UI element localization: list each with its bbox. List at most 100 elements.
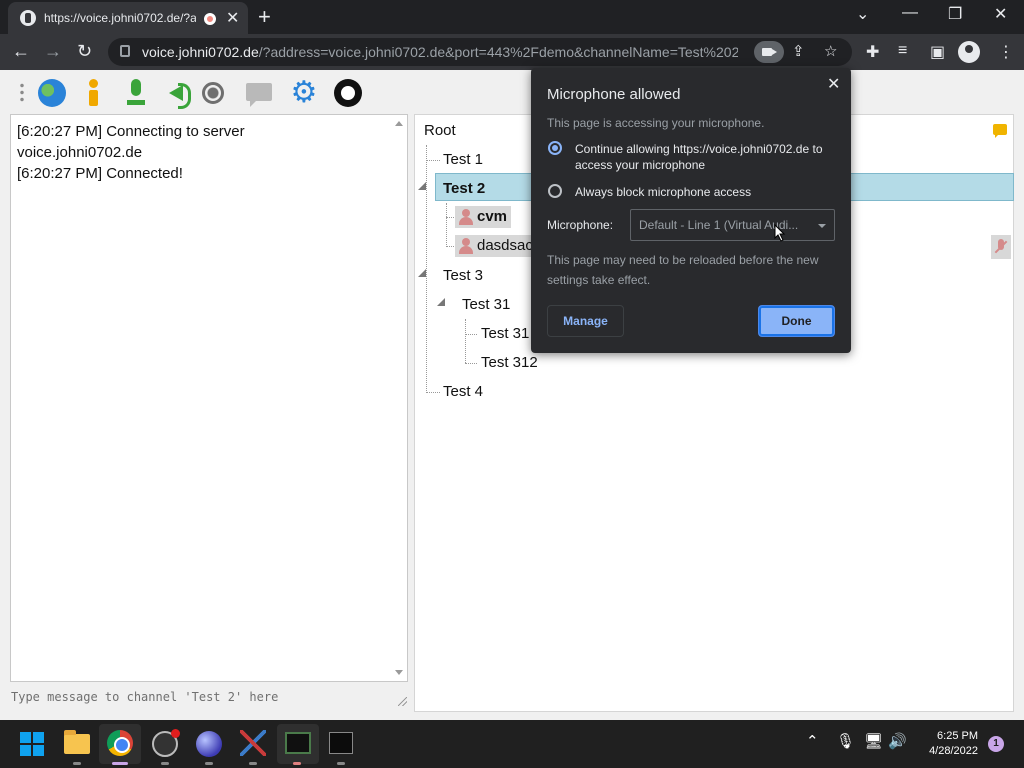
- tree-guide: [465, 363, 477, 364]
- share-icon[interactable]: ⇪: [792, 42, 805, 60]
- expand-collapse-icon[interactable]: [437, 298, 445, 306]
- extensions-icon[interactable]: ✚: [866, 42, 879, 62]
- resize-handle-icon[interactable]: [398, 697, 407, 706]
- bookmark-star-icon[interactable]: ☆: [824, 42, 837, 60]
- comment-icon[interactable]: [246, 83, 272, 107]
- reload-note: This page may need to be reloaded before…: [547, 253, 819, 287]
- volume-icon[interactable]: 🔊: [888, 732, 907, 750]
- tree-guide: [426, 160, 440, 161]
- connect-globe-icon[interactable]: [38, 79, 66, 107]
- channel-test-2[interactable]: Test 2: [443, 176, 485, 202]
- new-tab-button[interactable]: +: [258, 4, 271, 30]
- network-icon[interactable]: 🖥: [864, 732, 883, 750]
- popup-close-icon[interactable]: ✕: [827, 74, 840, 94]
- browser-toolbar: ← → ↻ voice.johni0702.de/?address=voice.…: [0, 34, 1024, 70]
- manage-button[interactable]: Manage: [547, 305, 624, 337]
- allow-option-label[interactable]: Continue allowing https://voice.johni070…: [575, 141, 835, 173]
- app-tools-icon[interactable]: [240, 730, 266, 756]
- address-bar[interactable]: voice.johni0702.de/?address=voice.johni0…: [108, 38, 852, 66]
- minimize-button[interactable]: —: [902, 4, 918, 22]
- muted-microphone-icon: [991, 235, 1011, 259]
- log-scrollbar[interactable]: [391, 115, 407, 681]
- file-explorer-icon[interactable]: [64, 730, 90, 754]
- clock[interactable]: 6:25 PM 4/28/2022: [916, 729, 978, 759]
- speaker-icon[interactable]: [162, 79, 191, 109]
- restore-button[interactable]: ❐: [948, 4, 962, 24]
- browser-tab[interactable]: https://voice.johni0702.de/?a ✕: [8, 2, 248, 34]
- profile-avatar[interactable]: [958, 41, 980, 63]
- block-option-label[interactable]: Always block microphone access: [575, 184, 835, 200]
- chevron-down-icon: [818, 224, 826, 228]
- settings-gear-icon[interactable]: ⚙: [290, 78, 318, 108]
- tab-strip: https://voice.johni0702.de/?a ✕ + ⌄ — ❐ …: [0, 0, 1024, 34]
- windows-start-icon[interactable]: [20, 732, 44, 756]
- tree-guide: [465, 334, 477, 335]
- microphone-select[interactable]: Default - Line 1 (Virtual Audi...: [630, 209, 835, 241]
- channel-test-3[interactable]: Test 3: [443, 263, 483, 289]
- microphone-icon[interactable]: [122, 79, 150, 107]
- close-window-button[interactable]: ✕: [994, 4, 1007, 24]
- side-panel-icon[interactable]: ▣: [930, 42, 945, 62]
- tray-microphone-icon[interactable]: 🎙: [836, 732, 855, 750]
- popup-title: Microphone allowed: [547, 86, 681, 103]
- tree-root[interactable]: Root: [424, 118, 456, 144]
- done-button[interactable]: Done: [758, 305, 835, 337]
- running-indicator: [337, 762, 345, 765]
- media-controls-icon[interactable]: ≡: [898, 42, 907, 60]
- toolbar-grip-icon: [20, 82, 24, 104]
- comment-note-icon[interactable]: [993, 124, 1007, 138]
- tree-guide: [446, 203, 447, 247]
- user-entry[interactable]: cvm: [455, 206, 512, 228]
- message-input[interactable]: [10, 684, 408, 710]
- recording-indicator-icon: [204, 13, 216, 25]
- channel-test-4[interactable]: Test 4: [443, 379, 483, 405]
- allow-radio[interactable]: [548, 141, 562, 155]
- media-in-use-icon[interactable]: [754, 41, 784, 63]
- log-line: [6:20:27 PM] Connecting to server: [17, 123, 245, 140]
- scroll-up-icon[interactable]: [395, 121, 403, 126]
- log-line: voice.johni0702.de: [17, 144, 143, 161]
- show-hidden-icons-icon[interactable]: ⌃: [806, 732, 819, 750]
- chat-log[interactable]: [6:20:27 PM] Connecting to server voice.…: [10, 114, 408, 682]
- performance-monitor-icon[interactable]: [285, 732, 311, 754]
- running-indicator: [249, 762, 257, 765]
- terminal-icon[interactable]: [329, 732, 353, 754]
- url-text[interactable]: voice.johni0702.de/?address=voice.johni0…: [142, 44, 738, 60]
- block-radio[interactable]: [548, 184, 562, 198]
- app-sphere-icon[interactable]: [196, 731, 222, 757]
- channel-test-312[interactable]: Test 312: [481, 350, 538, 376]
- popup-subtitle: This page is accessing your microphone.: [547, 116, 765, 130]
- tree-guide: [465, 319, 466, 363]
- scroll-down-icon[interactable]: [395, 670, 403, 675]
- menu-kebab-icon[interactable]: ⋮: [998, 42, 1014, 62]
- channel-test-1[interactable]: Test 1: [443, 147, 483, 173]
- notification-badge[interactable]: 1: [988, 736, 1004, 752]
- lock-icon[interactable]: [120, 45, 130, 57]
- user-avatar-icon: [459, 209, 473, 225]
- running-indicator: [293, 762, 301, 765]
- site-favicon-icon: [20, 10, 36, 26]
- user-name: cvm: [477, 208, 508, 225]
- microphone-label: Microphone:: [547, 218, 614, 232]
- github-icon[interactable]: [334, 79, 362, 107]
- tab-search-icon[interactable]: ⌄: [856, 4, 869, 24]
- record-icon[interactable]: [202, 82, 224, 104]
- channel-test-31[interactable]: Test 31: [462, 292, 510, 318]
- running-indicator: [73, 762, 81, 765]
- expand-collapse-icon[interactable]: [418, 269, 426, 277]
- reload-button[interactable]: ↻: [77, 41, 92, 62]
- microphone-permission-popup: Microphone allowed ✕ This page is access…: [531, 68, 851, 353]
- user-entry[interactable]: dasdsac: [455, 235, 537, 257]
- tree-guide: [426, 392, 440, 393]
- expand-collapse-icon[interactable]: [418, 182, 426, 190]
- running-indicator: [161, 762, 169, 765]
- back-button[interactable]: ←: [12, 41, 30, 62]
- channel-test-311[interactable]: Test 31: [481, 321, 529, 347]
- forward-button[interactable]: →: [44, 41, 62, 62]
- clock-date: 4/28/2022: [929, 745, 978, 757]
- clock-time: 6:25 PM: [937, 730, 978, 742]
- chrome-icon[interactable]: [107, 730, 133, 756]
- info-icon[interactable]: [80, 79, 108, 107]
- tab-title: https://voice.johni0702.de/?a: [44, 11, 196, 25]
- tab-close-icon[interactable]: ✕: [226, 8, 239, 28]
